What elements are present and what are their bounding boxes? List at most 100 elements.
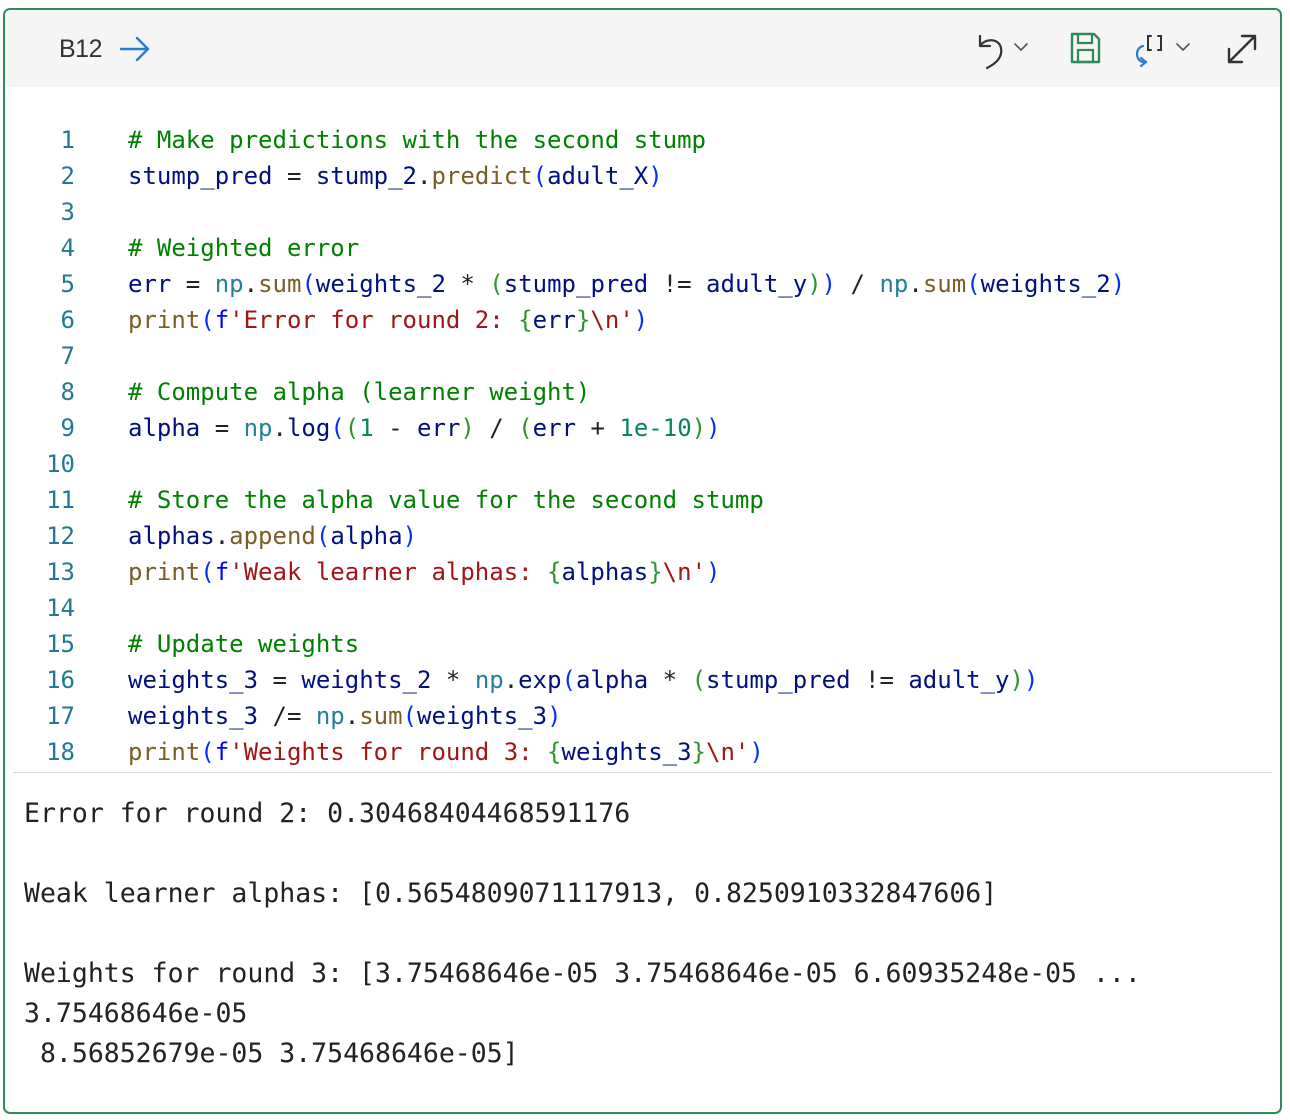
code-token: np [214, 270, 244, 298]
code-text: weights_3 /= np.sum(weights_3) [128, 698, 562, 734]
undo-dropdown[interactable] [1013, 40, 1029, 58]
code-line[interactable]: 6 print(f'Error for round 2: {err}\n') [5, 302, 1280, 338]
code-token: ' [691, 558, 707, 586]
code-token: = [200, 414, 244, 442]
code-token: ( [330, 414, 345, 442]
code-token: 'Error for round 2: [229, 306, 519, 334]
code-token: alpha [330, 522, 403, 550]
code-token: np [474, 666, 504, 694]
code-token: np [879, 270, 909, 298]
code-line[interactable]: 1 # Make predictions with the second stum… [5, 122, 1280, 158]
code-token: ) [547, 702, 562, 730]
code-token: sum [359, 702, 403, 730]
code-token: # Make predictions with the second stump [128, 126, 706, 154]
code-line[interactable]: 17 weights_3 /= np.sum(weights_3) [5, 698, 1280, 734]
line-number: 12 [46, 522, 75, 550]
code-line[interactable]: 8 # Compute alpha (learner weight) [5, 374, 1280, 410]
code-token: f [214, 558, 230, 586]
code-token: weights_2 [980, 270, 1111, 298]
output-dropdown[interactable] [1175, 40, 1191, 58]
code-text: # Store the alpha value for the second s… [128, 482, 764, 518]
code-token: ( [200, 738, 215, 766]
code-token: ' [734, 738, 750, 766]
code-token: ) [807, 270, 822, 298]
code-token: f [214, 738, 230, 766]
code-token: ) [1009, 666, 1024, 694]
code-token: f [214, 306, 230, 334]
code-token: stump_pred [706, 666, 851, 694]
code-text: # Make predictions with the second stump [128, 122, 706, 158]
line-number: 18 [46, 738, 75, 766]
code-token: ( [532, 162, 548, 190]
arrow-right-icon[interactable] [118, 34, 152, 69]
code-token: * [431, 666, 475, 694]
code-token: # Weighted error [128, 234, 360, 262]
code-token: / [836, 270, 880, 298]
python-cell[interactable]: B12 1 # Make predictions with the second… [3, 8, 1282, 1114]
code-token: ) [706, 558, 721, 586]
code-text: stump_pred = stump_2.predict(adult_X) [128, 158, 663, 194]
code-token: ) [749, 738, 764, 766]
code-token: stump_pred [128, 162, 273, 190]
code-line[interactable]: 14 [5, 590, 1280, 626]
code-token: alphas [128, 522, 215, 550]
code-line[interactable]: 12 alphas.append(alpha) [5, 518, 1280, 554]
code-line[interactable]: 5 err = np.sum(weights_2 * (stump_pred !=… [5, 266, 1280, 302]
code-token: { [547, 738, 562, 766]
cell-reference[interactable]: B12 [59, 35, 102, 64]
code-token: { [518, 306, 533, 334]
code-token: = [171, 270, 215, 298]
undo-button[interactable] [973, 30, 1007, 75]
code-line[interactable]: 9 alpha = np.log((1 - err) / (err + 1e-10… [5, 410, 1280, 446]
save-button[interactable] [1068, 30, 1102, 71]
code-token: print [128, 558, 201, 586]
code-line[interactable]: 11 # Store the alpha value for the second… [5, 482, 1280, 518]
code-token: /= [258, 702, 316, 730]
code-line[interactable]: 13 print(f'Weak learner alphas: {alphas}\… [5, 554, 1280, 590]
code-token: * [648, 666, 692, 694]
line-number: 15 [46, 630, 75, 658]
code-text: # Update weights [128, 626, 359, 662]
line-number: 17 [46, 702, 75, 730]
code-line[interactable]: 10 [5, 446, 1280, 482]
code-token: alpha [128, 414, 201, 442]
code-token: ) [1110, 270, 1126, 298]
code-line[interactable]: 2 stump_pred = stump_2.predict(adult_X) [5, 158, 1280, 194]
code-line[interactable]: 15 # Update weights [5, 626, 1280, 662]
code-token: adult_y [706, 270, 808, 298]
line-number: 8 [60, 378, 75, 406]
code-token: . [503, 666, 519, 694]
code-token: ( [344, 414, 360, 442]
code-token: ) [460, 414, 475, 442]
line-number: 9 [60, 414, 75, 442]
code-token: # Compute alpha (learner weight) [128, 378, 591, 406]
code-token: ) [691, 414, 707, 442]
output-divider [13, 772, 1272, 773]
python-output-icon [1131, 35, 1173, 74]
code-token: ) [648, 162, 663, 190]
code-token: . [272, 414, 287, 442]
code-line[interactable]: 3 [5, 194, 1280, 230]
code-line[interactable]: 4 # Weighted error [5, 230, 1280, 266]
code-token: exp [518, 666, 562, 694]
code-line[interactable]: 16 weights_3 = weights_2 * np.exp(alpha *… [5, 662, 1280, 698]
python-output-button[interactable] [1131, 30, 1173, 75]
expand-button[interactable] [1225, 30, 1259, 71]
code-line[interactable]: 7 [5, 338, 1280, 374]
code-token: . [214, 522, 230, 550]
code-line[interactable]: 18 print(f'Weights for round 3: {weights_… [5, 734, 1280, 770]
code-token: err [128, 270, 172, 298]
code-token: ( [200, 558, 215, 586]
code-editor[interactable]: 1 # Make predictions with the second stum… [5, 87, 1280, 771]
code-text: err = np.sum(weights_2 * (stump_pred != … [128, 266, 1125, 302]
code-token: { [547, 558, 562, 586]
code-token: 'Weights for round 3: [229, 738, 548, 766]
code-token: \n [706, 738, 735, 766]
code-token: 1e-10 [619, 414, 692, 442]
code-text: print(f'Weak learner alphas: {alphas}\n'… [128, 554, 720, 590]
code-token: ( [518, 414, 533, 442]
code-token: ( [402, 702, 418, 730]
code-text: # Compute alpha (learner weight) [128, 374, 590, 410]
line-number: 11 [46, 486, 75, 514]
